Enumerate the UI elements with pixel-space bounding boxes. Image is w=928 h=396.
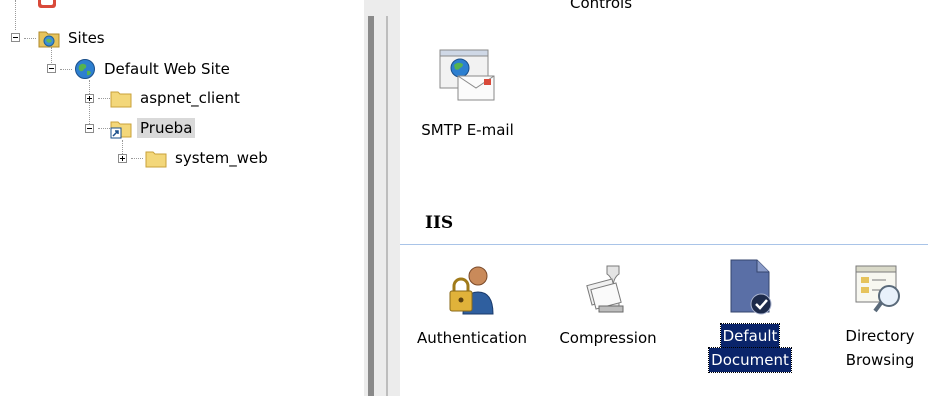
tree-item-label: Sites xyxy=(68,29,105,47)
tree-item-aspnet-client[interactable]: aspnet_client xyxy=(110,85,243,111)
splitter-bar xyxy=(368,16,374,396)
sites-collapse-toggle[interactable] xyxy=(11,33,20,42)
tree-connector xyxy=(98,98,110,99)
splitter-edge xyxy=(386,16,388,396)
tree-item-label: system_web xyxy=(175,149,268,167)
systemweb-expand-toggle[interactable] xyxy=(118,154,127,163)
folder-icon xyxy=(110,91,132,108)
tree-item-label: Default Web Site xyxy=(104,60,230,78)
tree-connector xyxy=(131,158,143,159)
tree-item-sites[interactable]: Sites xyxy=(38,25,108,51)
feature-label-line1: Default xyxy=(719,323,781,349)
feature-smtp-email[interactable]: SMTP E-mail xyxy=(410,46,525,142)
section-title-iis: IIS xyxy=(425,213,454,233)
tree-item-prueba[interactable]: Prueba xyxy=(110,115,196,141)
feature-label: Authentication xyxy=(416,329,528,347)
tree-connector xyxy=(24,38,36,39)
globe-icon xyxy=(75,59,95,79)
feature-label-line2: Document xyxy=(708,347,792,373)
tree-connector xyxy=(89,80,90,128)
feature-compression[interactable]: Compression xyxy=(548,262,668,350)
feature-default-document[interactable]: Default Document xyxy=(694,258,806,373)
features-view: Controls SMTP E-mail IIS Authentication xyxy=(400,0,928,396)
authentication-icon xyxy=(449,266,494,315)
feature-label-partial: Controls xyxy=(570,0,633,12)
pane-splitter[interactable] xyxy=(364,0,400,396)
tree-connector xyxy=(98,128,110,129)
feature-label-line2: Browsing xyxy=(845,351,915,369)
tree-item-label: aspnet_client xyxy=(140,89,240,107)
compression-icon xyxy=(586,265,624,313)
tree-connector xyxy=(15,0,16,30)
feature-label-line1: Directory xyxy=(845,327,915,345)
aspnet-expand-toggle[interactable] xyxy=(85,94,94,103)
feature-directory-browsing[interactable]: Directory Browsing xyxy=(832,262,928,372)
tree-item-default-web-site[interactable]: Default Web Site xyxy=(74,56,233,82)
virtual-directory-icon xyxy=(110,121,132,139)
default-site-collapse-toggle[interactable] xyxy=(47,64,56,73)
tree-item-label: Prueba xyxy=(137,118,196,138)
feature-authentication[interactable]: Authentication xyxy=(404,262,540,350)
folder-icon xyxy=(145,151,167,168)
server-icon xyxy=(38,0,56,8)
smtp-email-icon xyxy=(439,49,494,101)
directory-browsing-icon xyxy=(855,265,900,313)
connections-tree: Sites Default Web Site aspnet_client Pru… xyxy=(0,0,364,396)
prueba-collapse-toggle[interactable] xyxy=(85,124,94,133)
feature-label: Compression xyxy=(559,329,657,347)
tree-item-system-web[interactable]: system_web xyxy=(145,145,271,171)
default-document-icon xyxy=(730,259,772,315)
tree-connector xyxy=(60,69,72,70)
feature-label: SMTP E-mail xyxy=(421,121,514,139)
section-divider xyxy=(400,244,928,245)
sites-folder-icon xyxy=(38,31,60,48)
